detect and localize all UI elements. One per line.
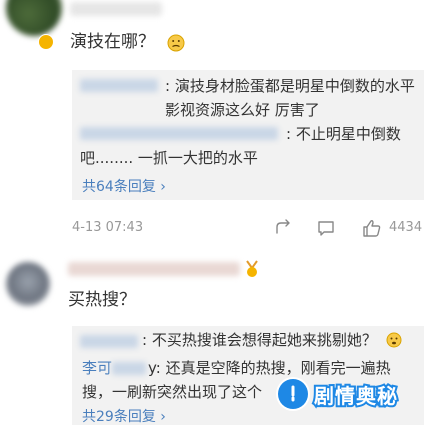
medal-badge-icon — [244, 260, 260, 278]
watermark: 剧情奥秘 — [278, 374, 399, 414]
reply-text: : 不止明星中倒数吧........ 一抓一大把的水平 — [80, 125, 401, 167]
timestamp: 4-13 07:43 — [72, 220, 144, 235]
avatar[interactable] — [6, 262, 50, 306]
watermark-text: 剧情奥秘 — [312, 382, 399, 410]
like-count: 4434 — [389, 220, 423, 235]
reply-username[interactable] — [80, 335, 138, 348]
like-thumb-icon[interactable] — [362, 218, 382, 238]
share-icon[interactable] — [274, 218, 294, 238]
emoji-thinking-icon — [167, 34, 185, 52]
emoji-icon — [386, 332, 402, 348]
reply-text: : 演技身材脸蛋都是明星中倒数的水平 影视资源这么好 厉害了 — [165, 77, 415, 119]
comment-text: 买热搜？ — [68, 290, 136, 310]
reply-text: : 不买热搜谁会想得起她来挑剔她？ — [142, 331, 377, 349]
verified-badge-icon — [38, 34, 54, 50]
comment-icon[interactable] — [316, 218, 336, 238]
view-all-replies-link[interactable]: 共64条回复 › — [82, 176, 166, 196]
comment-text: 演技在哪？ — [70, 32, 155, 52]
avatar[interactable] — [6, 0, 62, 36]
username-redacted — [68, 262, 240, 276]
username-redacted — [70, 2, 162, 16]
reply-username[interactable] — [80, 79, 158, 92]
view-all-replies-link[interactable]: 共29条回复 › — [82, 406, 166, 426]
reply-preview-box[interactable]: : 演技身材脸蛋都是明星中倒数的水平 影视资源这么好 厉害了 : 不止明星中倒数… — [72, 70, 424, 200]
watermark-logo-icon — [278, 379, 308, 409]
